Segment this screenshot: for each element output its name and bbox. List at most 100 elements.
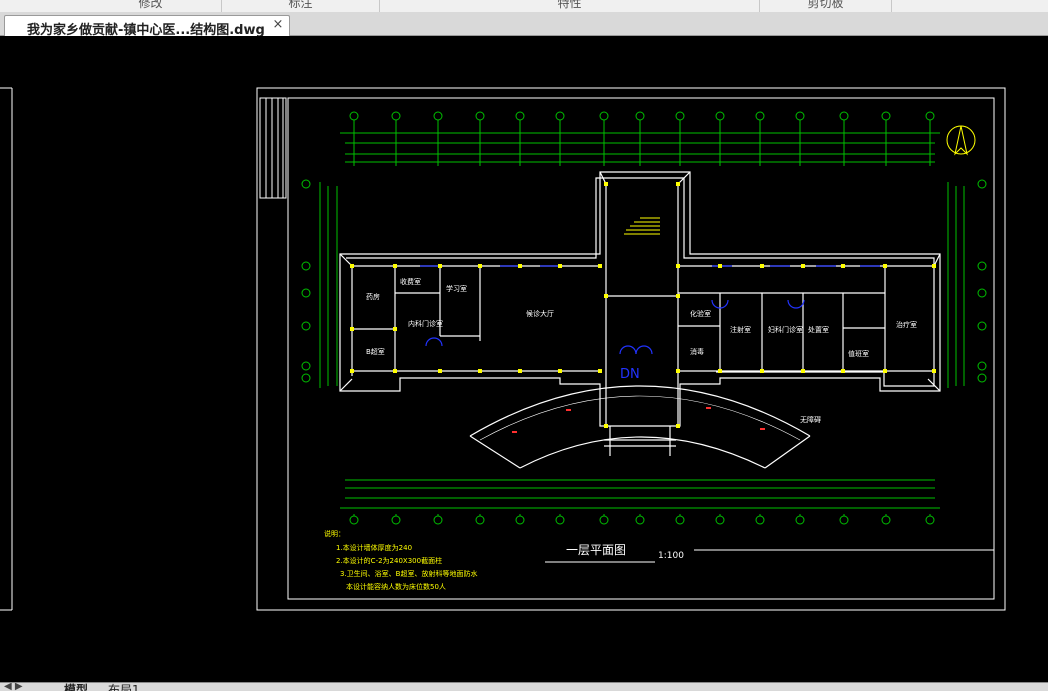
building-walls	[339, 171, 941, 427]
axis-bubble	[599, 515, 609, 525]
stair-symbol	[624, 217, 660, 235]
document-tab-bar: 我为家乡做贡献-镇中心医...结构图.dwg ×	[0, 12, 1048, 38]
axis-bubble	[881, 111, 891, 121]
room-label: 治疗室	[896, 320, 917, 329]
axis-bubble	[977, 179, 987, 189]
column-marker	[801, 369, 805, 373]
axis-bubble	[715, 515, 725, 525]
axis-bubble	[755, 515, 765, 525]
ribbon-group-annotation: 标注	[222, 0, 380, 12]
ramp-label: 无障碍	[800, 415, 821, 424]
axis-bubble	[715, 111, 725, 121]
axis-bubble	[301, 373, 311, 383]
drawing-title: 一层平面图	[566, 543, 626, 557]
notes-item: 本设计能容纳人数为床位数50人	[346, 582, 446, 591]
room-label: 消毒	[690, 347, 704, 356]
column-marker	[760, 369, 764, 373]
axis-bubble	[977, 321, 987, 331]
room-label: 妇科门诊室	[768, 325, 803, 334]
column-marker	[718, 369, 722, 373]
column-marker	[676, 294, 680, 298]
stair-direction-label: DN	[620, 367, 640, 382]
axis-bubble	[349, 111, 359, 121]
windows	[420, 265, 880, 355]
axis-bubble	[839, 515, 849, 525]
room-label: 处置室	[808, 325, 829, 334]
drawing-scale: 1:100	[658, 551, 684, 561]
column-marker	[676, 264, 680, 268]
axis-bubble	[977, 373, 987, 383]
cad-drawing: 药房 收费室 学习室 候诊大厅 内科门诊室 B超室 化验室 消毒 注射室 妇科门…	[0, 87, 1006, 611]
axis-bubble	[555, 515, 565, 525]
axis-bubble	[635, 111, 645, 121]
column-marker	[718, 264, 722, 268]
axis-bubble	[349, 515, 359, 525]
close-icon[interactable]: ×	[271, 18, 285, 32]
column-marker	[478, 264, 482, 268]
column-marker	[841, 264, 845, 268]
ribbon-group-clipboard: 剪切板	[760, 0, 892, 12]
axis-bubble	[475, 111, 485, 121]
column-marker	[350, 327, 354, 331]
axis-bubble	[925, 111, 935, 121]
column-marker	[604, 182, 608, 186]
axis-bubble	[635, 515, 645, 525]
column-marker	[478, 369, 482, 373]
axis-bubble	[301, 361, 311, 371]
column-marker	[598, 264, 602, 268]
column-marker	[676, 182, 680, 186]
room-label: B超室	[366, 347, 385, 356]
column-marker	[350, 264, 354, 268]
column-marker	[438, 369, 442, 373]
axis-bubble	[599, 111, 609, 121]
axis-bubble	[977, 261, 987, 271]
column-marker	[518, 264, 522, 268]
ribbon-group-properties: 特性	[380, 0, 760, 12]
axis-bubble	[515, 111, 525, 121]
column-marker	[801, 264, 805, 268]
column-marker	[518, 369, 522, 373]
axis-bubble	[675, 111, 685, 121]
axis-bubble	[301, 179, 311, 189]
column-marker	[883, 264, 887, 268]
room-label: 化验室	[690, 309, 711, 318]
axis-bubble	[301, 261, 311, 271]
column-marker	[932, 264, 936, 268]
axis-bubble	[755, 111, 765, 121]
room-label: 候诊大厅	[526, 309, 554, 318]
axis-bubble	[433, 515, 443, 525]
room-label: 学习室	[446, 284, 467, 293]
axis-bubble	[391, 515, 401, 525]
document-tab[interactable]: 我为家乡做贡献-镇中心医...结构图.dwg ×	[4, 15, 290, 38]
column-marker	[604, 424, 608, 428]
room-label: 收费室	[400, 277, 421, 286]
room-label: 注射室	[730, 325, 751, 334]
axis-bubble	[675, 515, 685, 525]
column-marker	[676, 424, 680, 428]
entrance-ramp	[469, 385, 811, 469]
axis-bubble	[925, 515, 935, 525]
room-label: 值班室	[848, 349, 869, 358]
notes-item: 3.卫生间、浴室、B超室、放射科等地面防水	[340, 569, 477, 578]
column-marker	[438, 264, 442, 268]
axis-bubble	[475, 515, 485, 525]
axis-bubble	[795, 111, 805, 121]
column-marker	[676, 369, 680, 373]
room-label: 药房	[366, 292, 380, 301]
column-marker	[393, 264, 397, 268]
column-marker	[932, 369, 936, 373]
column-marker	[558, 264, 562, 268]
axis-bubble	[795, 515, 805, 525]
column-marker	[598, 369, 602, 373]
column-marker	[604, 294, 608, 298]
column-marker	[760, 264, 764, 268]
column-marker	[393, 327, 397, 331]
column-marker	[350, 369, 354, 373]
ribbon-group-modify: 修改	[80, 0, 222, 12]
axis-bubble	[977, 361, 987, 371]
axis-bubble	[555, 111, 565, 121]
axis-bubble	[301, 288, 311, 298]
axis-bubble	[839, 111, 849, 121]
notes-item: 2.本设计的C-2为240X300截面柱	[336, 556, 442, 565]
drawing-canvas[interactable]: 药房 收费室 学习室 候诊大厅 内科门诊室 B超室 化验室 消毒 注射室 妇科门…	[0, 36, 1048, 682]
